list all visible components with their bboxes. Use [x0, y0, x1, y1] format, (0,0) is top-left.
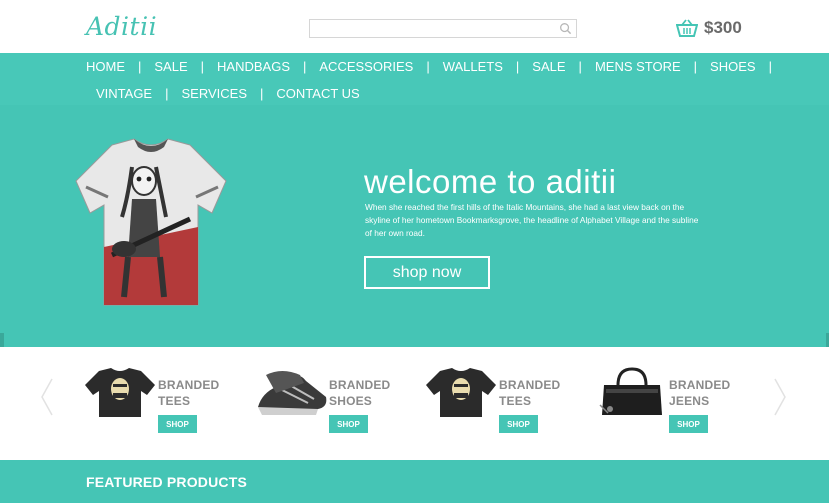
- nav-separator: |: [515, 59, 520, 74]
- product-card: BRANDED TEES SHOP: [426, 367, 586, 457]
- nav-item-wallets[interactable]: WALLETS: [443, 59, 503, 74]
- nav-item-shoes[interactable]: SHOES: [710, 59, 756, 74]
- nav-separator: |: [426, 59, 430, 74]
- product-label: BRANDED JEENS: [669, 377, 730, 409]
- product-label-line2: TEES: [158, 394, 191, 408]
- nav-separator: |: [693, 59, 698, 74]
- nav-separator: |: [303, 59, 307, 74]
- search-icon[interactable]: [559, 22, 572, 35]
- nav-item-home[interactable]: HOME: [86, 59, 125, 74]
- nav-item-mens-store[interactable]: MENS STORE: [595, 59, 681, 74]
- hero-title: welcome to aditii: [364, 163, 617, 200]
- nav-separator: |: [260, 86, 264, 101]
- nav-separator: |: [165, 86, 169, 101]
- nav-separator: |: [200, 59, 205, 74]
- tshirt-image: [75, 138, 227, 306]
- nav-separator: |: [768, 59, 772, 74]
- product-card: BRANDED SHOES SHOP: [256, 367, 416, 457]
- hero-description: When she reached the first hills of the …: [365, 202, 699, 238]
- product-label-line1: BRANDED: [329, 378, 391, 392]
- tshirt-icon[interactable]: [85, 367, 157, 419]
- nav-item-sale-2[interactable]: SALE: [532, 59, 565, 74]
- product-carousel: BRANDED TEES SHOP BRANDED SHOES SHOP BRA…: [0, 347, 829, 460]
- handbag-icon[interactable]: [596, 367, 668, 419]
- nav-item-accessories[interactable]: ACCESSORIES: [319, 59, 413, 74]
- shop-button[interactable]: SHOP: [329, 415, 368, 433]
- nav-separator: |: [138, 59, 142, 74]
- cart-total[interactable]: $300: [704, 18, 742, 38]
- chevron-left-icon[interactable]: [40, 377, 54, 417]
- nav-item-contact-us[interactable]: CONTACT US: [276, 86, 359, 101]
- shoe-icon[interactable]: [256, 367, 328, 419]
- nav-item-sale[interactable]: SALE: [154, 59, 187, 74]
- basket-icon[interactable]: [676, 19, 698, 37]
- nav-row-2: VINTAGE | SERVICES | CONTACT US: [96, 86, 360, 101]
- product-label: BRANDED SHOES: [329, 377, 390, 409]
- tshirt-icon[interactable]: [426, 367, 498, 419]
- product-label: BRANDED TEES: [158, 377, 219, 409]
- product-label-line1: BRANDED: [499, 378, 561, 392]
- nav-separator: |: [578, 59, 582, 74]
- shop-now-button[interactable]: shop now: [364, 256, 490, 289]
- product-card: BRANDED JEENS SHOP: [596, 367, 756, 457]
- product-label-line1: BRANDED: [669, 378, 731, 392]
- nav-item-handbags[interactable]: HANDBAGS: [217, 59, 290, 74]
- featured-products-bar: FEATURED PRODUCTS: [0, 460, 829, 503]
- chevron-right-icon[interactable]: [773, 377, 787, 417]
- nav-item-vintage[interactable]: VINTAGE: [96, 86, 152, 101]
- product-label-line2: SHOES: [329, 394, 373, 408]
- main-nav: HOME | SALE | HANDBAGS | ACCESSORIES | WALLE…: [0, 53, 829, 105]
- product-label: BRANDED TEES: [499, 377, 560, 409]
- shop-button[interactable]: SHOP: [499, 415, 538, 433]
- site-logo[interactable]: Aditii: [86, 12, 157, 41]
- product-label-line1: BRANDED: [158, 378, 220, 392]
- product-label-line2: JEENS: [669, 394, 710, 408]
- product-card: BRANDED TEES SHOP: [85, 367, 245, 457]
- hero-banner: welcome to aditii When she reached the f…: [0, 105, 829, 349]
- search-input[interactable]: [309, 19, 577, 38]
- product-label-line2: TEES: [499, 394, 532, 408]
- shop-button[interactable]: SHOP: [158, 415, 197, 433]
- nav-row-1: HOME | SALE | HANDBAGS | ACCESSORIES | WALLE…: [86, 59, 785, 74]
- site-header: Aditii $300: [0, 0, 829, 53]
- featured-products-title: FEATURED PRODUCTS: [86, 474, 248, 490]
- cart[interactable]: $300: [676, 18, 742, 38]
- nav-item-services[interactable]: SERVICES: [182, 86, 248, 101]
- shop-button[interactable]: SHOP: [669, 415, 708, 433]
